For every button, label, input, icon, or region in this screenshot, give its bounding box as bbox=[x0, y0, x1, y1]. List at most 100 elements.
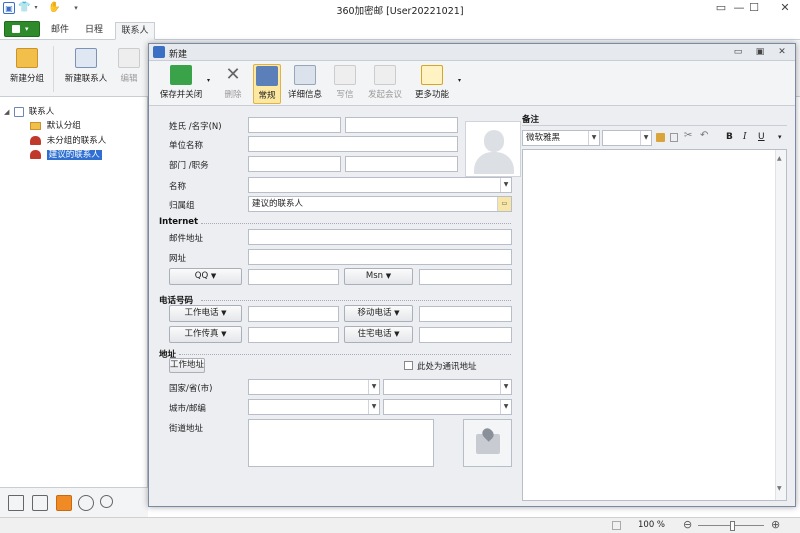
tree-item-default-group[interactable]: 默认分组 bbox=[30, 119, 81, 133]
general-tab-button[interactable]: 常规 bbox=[253, 64, 281, 104]
delete-icon: ✕ bbox=[225, 64, 241, 85]
last-name-input[interactable] bbox=[248, 117, 341, 133]
save-dropdown-icon[interactable]: ▾ bbox=[207, 77, 210, 84]
close-button[interactable]: ✕ bbox=[770, 0, 800, 16]
department-input[interactable] bbox=[248, 156, 341, 172]
maximize-button[interactable]: ☐ bbox=[739, 0, 769, 16]
email-input[interactable] bbox=[248, 229, 512, 245]
scroll-up-icon[interactable]: ▲ bbox=[777, 152, 782, 166]
group-select[interactable]: 建议的联系人 ▭ bbox=[248, 196, 512, 212]
chevron-down-icon[interactable]: ▼ bbox=[640, 131, 651, 145]
more-features-icon bbox=[421, 65, 443, 85]
work-fax-button[interactable]: 工作传真 ▼ bbox=[169, 326, 242, 343]
contacts-icon[interactable] bbox=[56, 495, 72, 511]
folder-picker-icon[interactable]: ▭ bbox=[497, 197, 511, 211]
country-select[interactable]: ▼ bbox=[248, 379, 380, 395]
dialog-close-button[interactable]: ✕ bbox=[771, 45, 793, 59]
display-name-select[interactable]: ▼ bbox=[248, 177, 512, 193]
chevron-down-icon[interactable]: ▼ bbox=[500, 400, 511, 414]
font-size-select[interactable]: ▼ bbox=[602, 130, 652, 146]
new-contact-button[interactable]: 新建联系人 bbox=[62, 44, 110, 94]
collapse-icon[interactable]: ◢ bbox=[4, 108, 9, 116]
more-features-label: 更多功能 bbox=[414, 90, 449, 100]
msn-input[interactable] bbox=[419, 269, 512, 285]
notes-scrollbar[interactable]: ▲ ▼ bbox=[775, 150, 786, 500]
edit-button[interactable]: 编辑 bbox=[114, 44, 144, 94]
province-select[interactable]: ▼ bbox=[383, 379, 512, 395]
chevron-down-icon[interactable]: ▼ bbox=[368, 400, 379, 414]
app-menu-button[interactable]: ▾ bbox=[4, 21, 40, 37]
tab-mail[interactable]: 邮件 bbox=[46, 22, 74, 40]
write-mail-button[interactable]: 写信 bbox=[333, 64, 357, 104]
globe-icon[interactable] bbox=[78, 495, 94, 511]
chevron-down-icon[interactable]: ▼ bbox=[368, 380, 379, 394]
mobile-phone-button[interactable]: 移动电话 ▼ bbox=[344, 305, 413, 322]
job-title-input[interactable] bbox=[345, 156, 458, 172]
chevron-down-icon[interactable]: ▼ bbox=[500, 380, 511, 394]
more-dropdown-icon[interactable]: ▾ bbox=[458, 77, 461, 84]
scroll-down-icon[interactable]: ▼ bbox=[777, 482, 782, 496]
work-phone-button[interactable]: 工作电话 ▼ bbox=[169, 305, 242, 322]
city-select[interactable]: ▼ bbox=[248, 399, 380, 415]
delete-button[interactable]: ✕ 删除 bbox=[219, 64, 247, 104]
tree-item-suggested[interactable]: 建议的联系人 bbox=[30, 148, 146, 162]
msn-button[interactable]: Msn ▼ bbox=[344, 268, 413, 285]
chevron-down-icon[interactable]: ▼ bbox=[500, 178, 511, 192]
customize-arrow-icon[interactable]: ▾ bbox=[70, 2, 82, 14]
details-icon bbox=[294, 65, 316, 85]
save-close-button[interactable]: 保存并关闭 bbox=[157, 64, 205, 104]
avatar-head bbox=[484, 130, 504, 152]
undo-icon[interactable]: ↶ bbox=[700, 130, 708, 141]
first-name-input[interactable] bbox=[345, 117, 458, 133]
home-phone-button[interactable]: 住宅电话 ▼ bbox=[344, 326, 413, 343]
tree-root[interactable]: ◢ 联系人 bbox=[4, 105, 54, 119]
map-button[interactable] bbox=[463, 419, 512, 467]
dropdown-arrow-icon[interactable]: ▾ bbox=[30, 2, 42, 14]
tab-calendar[interactable]: 日程 bbox=[80, 22, 108, 40]
website-input[interactable] bbox=[248, 249, 512, 265]
work-fax-input[interactable] bbox=[248, 327, 339, 343]
copy-icon[interactable] bbox=[670, 133, 678, 142]
work-phone-input[interactable] bbox=[248, 306, 339, 322]
new-group-button[interactable]: 新建分组 bbox=[6, 44, 48, 94]
font-family-select[interactable]: 微软雅黑 ▼ bbox=[522, 130, 600, 146]
work-address-button[interactable]: 工作地址 bbox=[169, 358, 205, 373]
more-features-button[interactable]: 更多功能 bbox=[413, 64, 451, 104]
mobile-phone-input[interactable] bbox=[419, 306, 512, 322]
qq-input[interactable] bbox=[248, 269, 339, 285]
zoom-in-icon[interactable]: ⊕ bbox=[771, 518, 780, 531]
shirt-icon[interactable]: 👕 bbox=[18, 2, 30, 14]
contact-photo[interactable] bbox=[465, 121, 521, 177]
format-dropdown-icon[interactable]: ▾ bbox=[778, 133, 782, 141]
cut-icon[interactable]: ✂ bbox=[684, 130, 692, 141]
qq-button[interactable]: QQ ▼ bbox=[169, 268, 242, 285]
calendar-icon[interactable] bbox=[32, 495, 48, 511]
zoom-slider-thumb[interactable] bbox=[730, 521, 735, 531]
zoom-out-icon[interactable]: ⊖ bbox=[683, 518, 692, 531]
italic-button[interactable]: I bbox=[743, 132, 747, 142]
work-fax-label: 工作传真 bbox=[184, 329, 219, 339]
edit-label: 编辑 bbox=[120, 74, 138, 84]
paste-icon[interactable] bbox=[656, 133, 665, 142]
section-divider bbox=[201, 300, 511, 301]
search-icon[interactable] bbox=[100, 495, 113, 508]
mailing-address-checkbox[interactable] bbox=[404, 361, 413, 370]
underline-button[interactable]: U bbox=[758, 132, 765, 142]
details-tab-button[interactable]: 详细信息 bbox=[286, 64, 324, 104]
mail-icon[interactable] bbox=[8, 495, 24, 511]
tab-contacts[interactable]: 联系人 bbox=[115, 22, 155, 40]
zip-select[interactable]: ▼ bbox=[383, 399, 512, 415]
street-input[interactable] bbox=[248, 419, 434, 467]
hand-icon[interactable]: ✋ bbox=[48, 2, 60, 14]
meeting-button[interactable]: 发起会议 bbox=[365, 64, 405, 104]
tree-item-ungrouped[interactable]: 未分组的联系人 bbox=[30, 134, 106, 148]
notes-textarea[interactable]: ▲ ▼ bbox=[522, 149, 787, 501]
notes-panel: 备注 微软雅黑 ▼ ▼ ✂ ↶ B I U ▾ ▲ ▼ bbox=[522, 106, 795, 506]
save-close-label: 保存并关闭 bbox=[159, 90, 203, 100]
dialog-minimize-button[interactable]: ▭ bbox=[727, 45, 749, 59]
chevron-down-icon[interactable]: ▼ bbox=[588, 131, 599, 145]
bold-button[interactable]: B bbox=[726, 132, 733, 142]
home-phone-input[interactable] bbox=[419, 327, 512, 343]
company-input[interactable] bbox=[248, 136, 458, 152]
dialog-maximize-button[interactable]: ▣ bbox=[749, 45, 771, 59]
